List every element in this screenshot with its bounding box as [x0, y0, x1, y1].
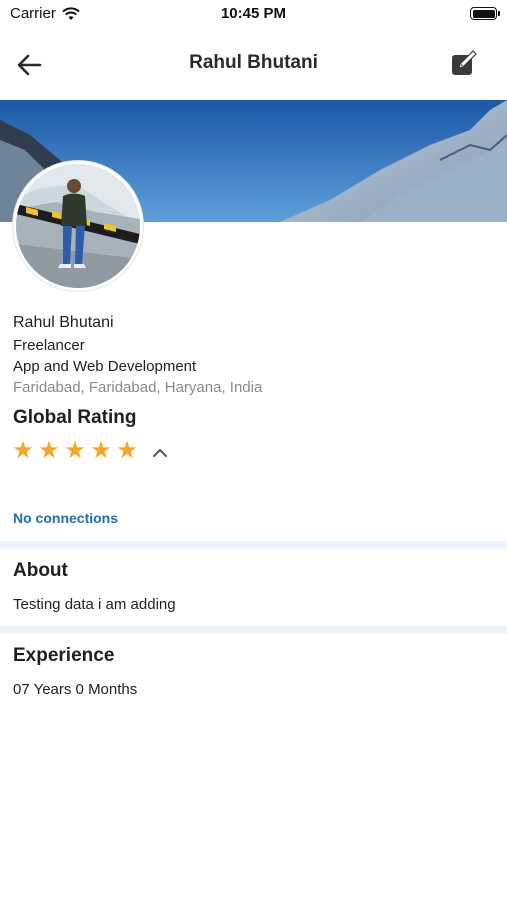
battery-icon [470, 7, 500, 20]
profile-location: Faridabad, Faridabad, Haryana, India [13, 379, 263, 396]
experience-text: 07 Years 0 Months [13, 681, 138, 698]
about-text: Testing data i am adding [13, 596, 176, 613]
profile-headline: Freelancer [13, 337, 85, 354]
profile-avatar[interactable] [13, 161, 143, 291]
about-heading: About [13, 560, 68, 581]
star-icon: ★ [64, 437, 86, 464]
section-divider [0, 541, 507, 548]
edit-profile-button[interactable] [449, 49, 479, 79]
global-rating-heading: Global Rating [13, 407, 137, 428]
section-divider [0, 626, 507, 633]
chevron-up-icon [153, 449, 167, 457]
page-title: Rahul Bhutani [189, 52, 318, 73]
star-icon: ★ [116, 437, 138, 464]
rating-stars: ★ ★ ★ ★ ★ [12, 437, 138, 464]
rating-toggle-button[interactable] [151, 445, 169, 459]
star-icon: ★ [90, 437, 112, 464]
status-bar: Carrier 10:45 PM [0, 0, 507, 30]
status-time: 10:45 PM [220, 5, 287, 22]
experience-heading: Experience [13, 645, 115, 666]
profile-name: Rahul Bhutani [13, 314, 114, 331]
nav-bar: Rahul Bhutani [0, 30, 507, 100]
star-icon: ★ [12, 437, 34, 464]
connections-link[interactable]: No connections [13, 510, 118, 526]
edit-icon [452, 50, 477, 75]
profile-info: Rahul Bhutani Freelancer App and Web Dev… [13, 312, 493, 398]
profile-skills: App and Web Development [13, 358, 197, 375]
star-icon: ★ [38, 437, 60, 464]
